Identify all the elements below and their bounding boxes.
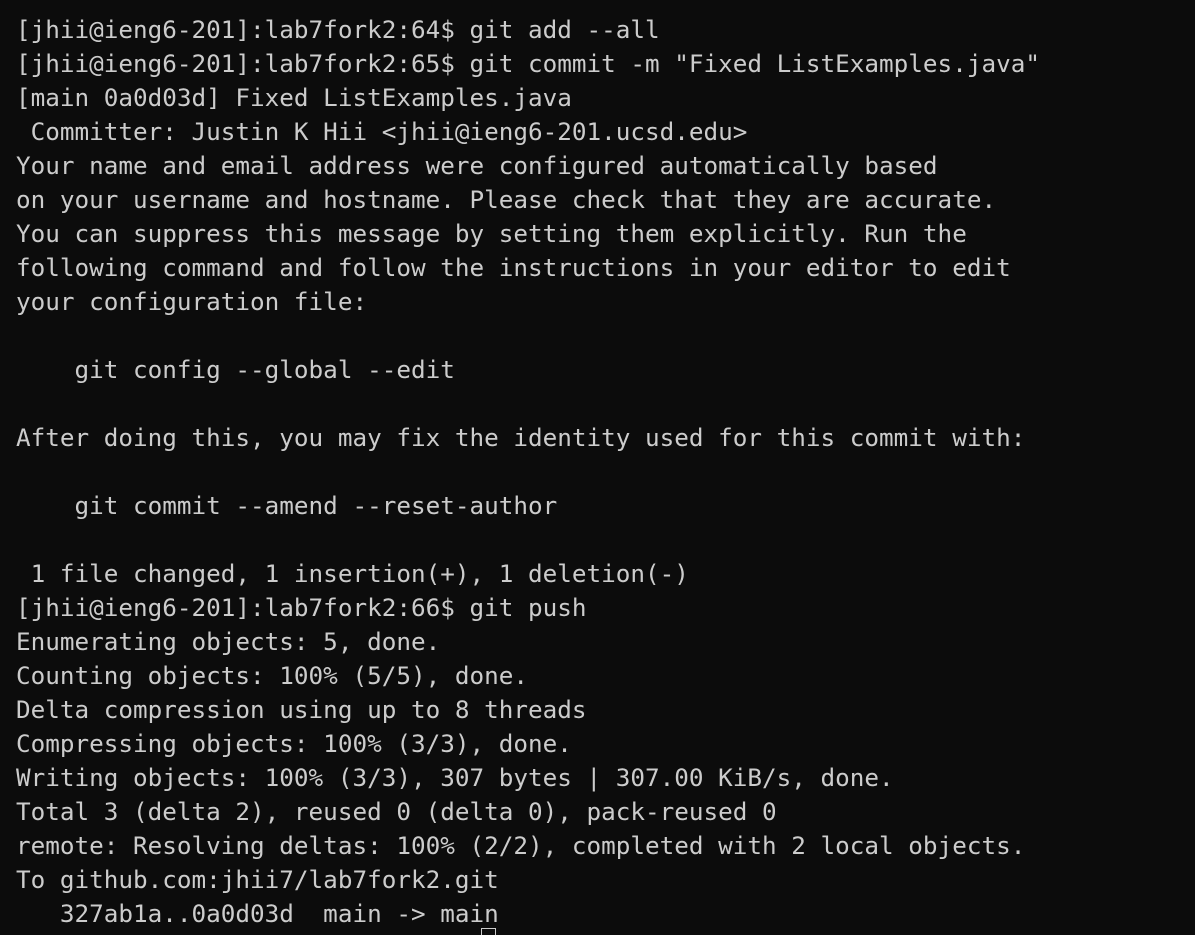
terminal-line: following command and follow the instruc…: [16, 253, 1011, 282]
terminal-line: After doing this, you may fix the identi…: [16, 423, 1026, 452]
terminal-line: [jhii@ieng6-201]:lab7fork2:64$ git add -…: [16, 15, 660, 44]
terminal-line: Compressing objects: 100% (3/3), done.: [16, 729, 572, 758]
terminal-line: Delta compression using up to 8 threads: [16, 695, 587, 724]
terminal-line: Writing objects: 100% (3/3), 307 bytes |…: [16, 763, 894, 792]
terminal-line: 1 file changed, 1 insertion(+), 1 deleti…: [16, 559, 689, 588]
terminal-line: 327ab1a..0a0d03d main -> main: [16, 899, 499, 928]
terminal-line: Enumerating objects: 5, done.: [16, 627, 441, 656]
terminal-cursor: [481, 928, 496, 935]
terminal-window[interactable]: [jhii@ieng6-201]:lab7fork2:64$ git add -…: [0, 0, 1195, 935]
terminal-line: Counting objects: 100% (5/5), done.: [16, 661, 528, 690]
terminal-line: You can suppress this message by setting…: [16, 219, 967, 248]
terminal-line: [jhii@ieng6-201]:lab7fork2:65$ git commi…: [16, 49, 1040, 78]
terminal-line: your configuration file:: [16, 287, 368, 316]
terminal-line: To github.com:jhii7/lab7fork2.git: [16, 865, 499, 894]
terminal-output: [jhii@ieng6-201]:lab7fork2:64$ git add -…: [16, 13, 1195, 931]
terminal-line: Your name and email address were configu…: [16, 151, 938, 180]
terminal-line: git config --global --edit: [16, 355, 455, 384]
terminal-line: Total 3 (delta 2), reused 0 (delta 0), p…: [16, 797, 777, 826]
terminal-line: [jhii@ieng6-201]:lab7fork2:66$ git push: [16, 593, 587, 622]
terminal-line: on your username and hostname. Please ch…: [16, 185, 997, 214]
terminal-line: remote: Resolving deltas: 100% (2/2), co…: [16, 831, 1026, 860]
terminal-line: Committer: Justin K Hii <jhii@ieng6-201.…: [16, 117, 748, 146]
terminal-line: [main 0a0d03d] Fixed ListExamples.java: [16, 83, 572, 112]
terminal-line: git commit --amend --reset-author: [16, 491, 558, 520]
